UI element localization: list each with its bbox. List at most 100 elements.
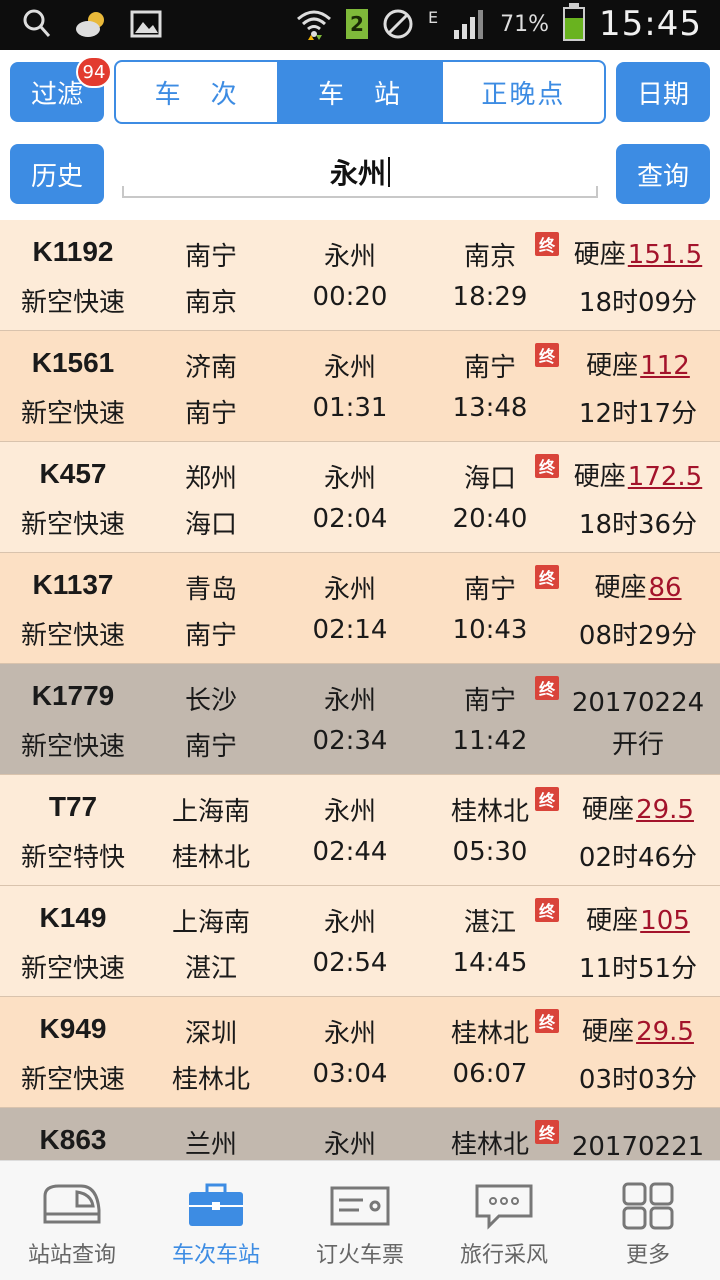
tab-punctuality[interactable]: 正晚点 — [440, 62, 604, 122]
origin-station: 兰州 — [184, 1130, 237, 1160]
image-icon — [130, 10, 162, 38]
battery-percent: 71% — [500, 11, 550, 37]
query-station: 永州 — [323, 353, 376, 383]
train-row[interactable]: K1192 新空快速 南宁 南京 永州 00:20 南京 18:29 终硬座151.5 18时09… — [0, 220, 720, 331]
network-type: E — [428, 7, 439, 27]
battery-icon — [563, 3, 586, 41]
origin-station: 青岛 — [184, 575, 237, 605]
query-button[interactable]: 查询 — [616, 144, 710, 204]
query-station: 永州 — [323, 464, 376, 494]
fare-info: 硬座112 — [562, 345, 714, 382]
tab-station[interactable]: 车 站 — [277, 62, 441, 122]
arrival-time: 11:42 — [452, 726, 528, 756]
fare-price-link[interactable]: 29.5 — [636, 795, 694, 825]
fare-info: 硬座29.5 — [562, 1011, 714, 1048]
seat-class: 硬座 — [594, 573, 647, 603]
search-toolbar: 过滤 94 车 次 车 站 正晚点 日期 历史 永州 查询 — [0, 50, 720, 220]
query-station: 永州 — [323, 908, 376, 938]
fare-info: 硬座151.5 — [562, 234, 714, 271]
departure-time: 02:44 — [312, 837, 388, 867]
arrival-time: 05:30 — [452, 837, 528, 867]
train-type: 新空快速 — [20, 954, 125, 984]
train-row[interactable]: K949 新空快速 深圳 桂林北 永州 03:04 桂林北 06:07 终硬座29.5 03时03… — [0, 997, 720, 1108]
tab-train-number[interactable]: 车 次 — [116, 62, 277, 122]
query-station: 永州 — [323, 242, 376, 272]
text-caret — [388, 157, 390, 187]
train-type: 新空特快 — [20, 843, 125, 873]
train-type: 新空快速 — [20, 288, 125, 318]
destination-station: 海口 — [184, 510, 237, 540]
arrival-time: 14:45 — [452, 948, 528, 978]
wifi-icon — [297, 10, 331, 40]
service-start-date: 20170221 — [571, 1132, 705, 1160]
train-row[interactable]: K1561 新空快速 济南 南宁 永州 01:31 南宁 13:48 终硬座112 12时17分 — [0, 331, 720, 442]
fare-info: 硬座172.5 — [562, 456, 714, 493]
train-list: K1192 新空快速 南宁 南京 永州 00:20 南京 18:29 终硬座151.5 18时09… — [0, 220, 720, 1160]
train-number: K1137 — [32, 569, 114, 600]
fare-price-link[interactable]: 86 — [648, 573, 681, 603]
train-number: K1192 — [32, 236, 114, 267]
history-button[interactable]: 历史 — [10, 144, 104, 204]
departure-time: 02:04 — [312, 504, 388, 534]
clock: 15:45 — [599, 4, 702, 44]
signal-icon — [454, 10, 484, 39]
travel-duration: 08时29分 — [578, 621, 698, 651]
departure-time: 02:14 — [312, 615, 388, 645]
destination-station: 南宁 — [184, 732, 237, 762]
train-number: K863 — [39, 1124, 107, 1155]
travel-duration: 03时03分 — [578, 1065, 698, 1095]
arrival-time: 18:29 — [452, 282, 528, 312]
sim-indicator: 2 — [346, 9, 368, 39]
fare-price-link[interactable]: 151.5 — [628, 240, 702, 270]
briefcase-icon — [184, 1181, 248, 1231]
terminus-badge: 终 — [535, 676, 559, 700]
fare-price-link[interactable]: 29.5 — [636, 1017, 694, 1047]
train-row[interactable]: K149 新空快速 上海南 湛江 永州 02:54 湛江 14:45 终硬座105 11时51分 — [0, 886, 720, 997]
filter-count-badge: 94 — [76, 56, 112, 88]
nav-label: 车次车站 — [171, 1243, 260, 1268]
travel-duration: 02时46分 — [578, 843, 698, 873]
train-row[interactable]: K863 兰州 永州 桂林北终 20170221 — [0, 1108, 720, 1160]
origin-station: 上海南 — [171, 908, 250, 938]
train-number: K1561 — [31, 347, 115, 378]
arrival-time: 06:07 — [452, 1059, 528, 1089]
chat-bubble-icon — [472, 1181, 536, 1231]
origin-station: 上海南 — [171, 797, 250, 827]
nav-station-to-station[interactable]: 站站查询 — [0, 1161, 144, 1280]
mode-segmented-control: 车 次 车 站 正晚点 — [114, 60, 606, 124]
train-type: 新空快速 — [20, 399, 125, 429]
train-row[interactable]: K457 新空快速 郑州 海口 永州 02:04 海口 20:40 终硬座172.5 18时36分 — [0, 442, 720, 553]
grid-icon — [616, 1181, 680, 1231]
nav-travel-stories[interactable]: 旅行采风 — [432, 1161, 576, 1280]
seat-class: 硬座 — [582, 1017, 635, 1047]
train-type: 新空快速 — [20, 621, 125, 651]
travel-duration: 18时09分 — [578, 288, 698, 318]
origin-station: 济南 — [184, 353, 237, 383]
station-search-input[interactable]: 永州 — [122, 148, 598, 198]
nav-train-station[interactable]: 车次车站 — [144, 1161, 288, 1280]
nav-more[interactable]: 更多 — [576, 1161, 720, 1280]
date-button[interactable]: 日期 — [616, 62, 710, 122]
destination-station: 湛江 — [184, 954, 237, 984]
arrival-time: 20:40 — [452, 504, 528, 534]
nav-book-tickets[interactable]: 订火车票 — [288, 1161, 432, 1280]
train-row[interactable]: K1779 新空快速 长沙 南宁 永州 02:34 南宁 11:42 终 20170224 开行 — [0, 664, 720, 775]
terminus-badge: 终 — [535, 1009, 559, 1033]
destination-station: 南宁 — [184, 621, 237, 651]
arrival-time: 13:48 — [452, 393, 528, 423]
nav-label: 旅行采风 — [459, 1243, 548, 1268]
origin-station: 郑州 — [184, 464, 237, 494]
fare-price-link[interactable]: 172.5 — [628, 462, 702, 492]
train-type: 新空快速 — [20, 510, 125, 540]
destination-station: 南京 — [184, 288, 237, 318]
fare-price-link[interactable]: 112 — [640, 351, 690, 381]
departure-time: 03:04 — [312, 1059, 388, 1089]
fare-price-link[interactable]: 105 — [640, 906, 690, 936]
query-station: 永州 — [323, 797, 376, 827]
train-row[interactable]: K1137 新空快速 青岛 南宁 永州 02:14 南宁 10:43 终硬座86 08时29分 — [0, 553, 720, 664]
query-station: 永州 — [323, 686, 376, 716]
do-not-disturb-icon — [383, 9, 413, 39]
travel-duration: 11时51分 — [578, 954, 698, 984]
seat-class: 硬座 — [573, 462, 626, 492]
train-row[interactable]: T77 新空特快 上海南 桂林北 永州 02:44 桂林北 05:30 终硬座29.5 02时46… — [0, 775, 720, 886]
